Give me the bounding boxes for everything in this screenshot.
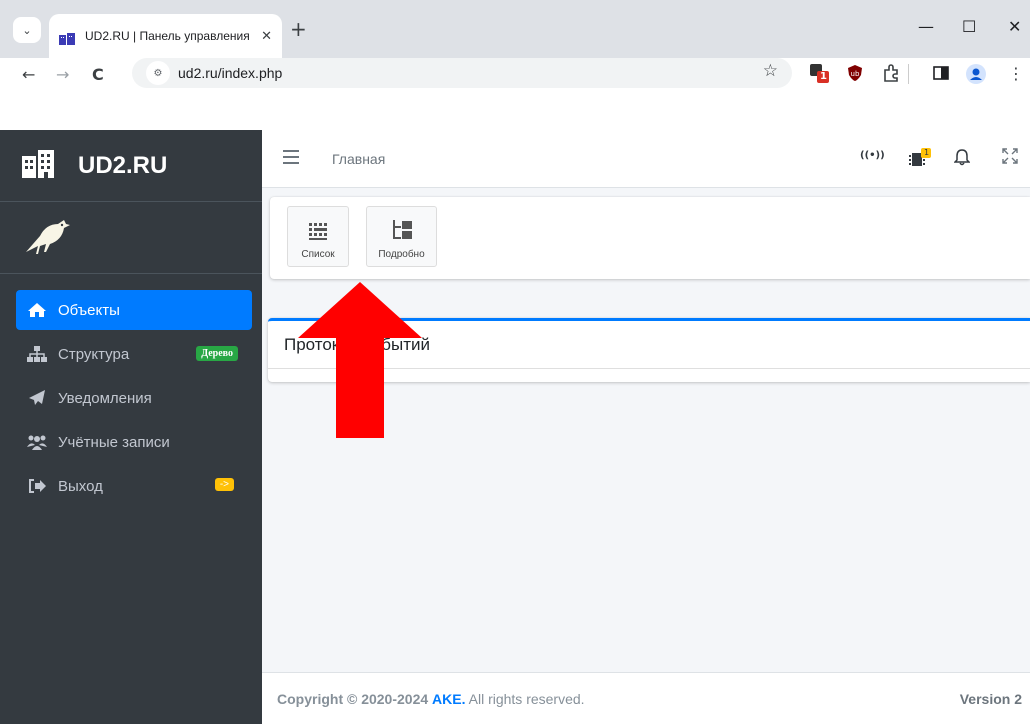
sidebar-item-accounts[interactable]: Учётные записи — [16, 422, 252, 462]
logout-badge: -> — [214, 478, 234, 491]
detail-view-label: Подробно — [378, 249, 425, 260]
sidebar-item-label: Уведомления — [58, 389, 152, 407]
extension-badge: 1 — [820, 71, 827, 82]
sidebar: UD2.RU Объекты Структура Дерево Уведомле… — [0, 130, 262, 724]
sign-out-icon — [26, 477, 48, 495]
address-bar[interactable]: ⚙ ud2.ru/index.php ☆ — [132, 58, 792, 88]
back-button[interactable]: ← — [22, 62, 35, 88]
fullscreen-icon[interactable] — [1002, 148, 1018, 168]
new-tab-button[interactable]: + — [290, 19, 307, 39]
user-panel — [0, 202, 262, 274]
browser-tabstrip: ⌄ UD2.RU | Панель управления ✕ + — ☐ ✕ — [0, 0, 1030, 58]
list-view-button[interactable]: Список — [287, 206, 349, 267]
address-url: ud2.ru/index.php — [178, 65, 283, 81]
bell-icon[interactable] — [953, 148, 971, 170]
site-info-icon[interactable]: ⚙ — [146, 61, 170, 85]
reload-button[interactable]: C — [92, 62, 104, 88]
browser-menu-icon[interactable]: ⋮ — [1008, 64, 1026, 83]
bookmark-star-icon[interactable]: ☆ — [763, 61, 778, 81]
device-chip-icon[interactable]: 1 — [908, 148, 932, 172]
footer: Copyright © 2020-2024 AKE. All rights re… — [262, 672, 1030, 724]
menu-toggle-icon[interactable] — [283, 150, 299, 164]
sidebar-item-notifications[interactable]: Уведомления — [16, 378, 252, 418]
building-favicon-icon — [59, 30, 75, 45]
rights-text: All rights reserved. — [465, 690, 585, 707]
tab-close-icon[interactable]: ✕ — [261, 29, 272, 44]
sidebar-item-objects[interactable]: Объекты — [16, 290, 252, 330]
company-link[interactable]: AKE. — [432, 691, 465, 707]
minimize-button[interactable]: — — [918, 17, 934, 37]
sitemap-icon — [26, 345, 48, 363]
signal-icon[interactable]: ((•)) — [860, 150, 885, 161]
extension-icon[interactable]: 1 — [810, 64, 829, 83]
tree-detail-icon — [391, 219, 413, 245]
profile-avatar-icon[interactable] — [966, 64, 986, 84]
bird-avatar-icon[interactable] — [24, 216, 72, 260]
tree-badge: Дерево — [196, 346, 238, 361]
brand-text: UD2.RU — [78, 151, 168, 179]
tab-search-button[interactable]: ⌄ — [13, 17, 41, 43]
view-mode-card: Список Подробно — [270, 197, 1030, 279]
sidebar-item-label: Выход — [58, 477, 103, 495]
breadcrumb-home[interactable]: Главная — [332, 151, 385, 167]
sidebar-item-label: Структура — [58, 345, 130, 363]
top-navbar: Главная ((•)) 1 — [262, 130, 1030, 188]
device-badge: 1 — [924, 148, 930, 157]
sidebar-item-logout[interactable]: Выход -> — [16, 466, 252, 506]
users-icon — [26, 433, 48, 451]
copyright-text: Copyright © 2020-2024 — [277, 690, 433, 707]
buildings-logo-icon — [22, 149, 56, 182]
puzzle-extensions-icon[interactable] — [882, 64, 900, 82]
detail-view-button[interactable]: Подробно — [366, 206, 437, 267]
grid-list-icon — [308, 221, 328, 245]
sidebar-item-label: Объекты — [58, 301, 120, 319]
sidebar-nav: Объекты Структура Дерево Уведомления Учё… — [0, 274, 262, 506]
forward-button[interactable]: → — [56, 62, 69, 88]
sidebar-item-label: Учётные записи — [58, 433, 170, 451]
browser-toolbar: ← → C ⚙ ud2.ru/index.php ☆ 1 ub ⋮ — [0, 58, 1030, 130]
version-text: Version 2 — [959, 690, 1022, 707]
close-window-button[interactable]: ✕ — [1008, 17, 1021, 37]
ublock-shield-icon[interactable]: ub — [846, 64, 864, 82]
paper-plane-icon — [26, 389, 48, 407]
maximize-button[interactable]: ☐ — [962, 17, 976, 37]
home-icon — [26, 301, 48, 319]
toolbar-divider — [908, 64, 909, 84]
browser-tab[interactable]: UD2.RU | Панель управления ✕ — [49, 14, 282, 58]
svg-text:ub: ub — [851, 70, 860, 78]
side-panel-icon[interactable] — [932, 64, 950, 82]
sidebar-item-structure[interactable]: Структура Дерево — [16, 334, 252, 374]
tab-title: UD2.RU | Панель управления — [85, 29, 250, 43]
list-view-label: Список — [301, 249, 335, 260]
red-up-arrow-icon — [298, 282, 422, 442]
brand-link[interactable]: UD2.RU — [0, 130, 262, 202]
